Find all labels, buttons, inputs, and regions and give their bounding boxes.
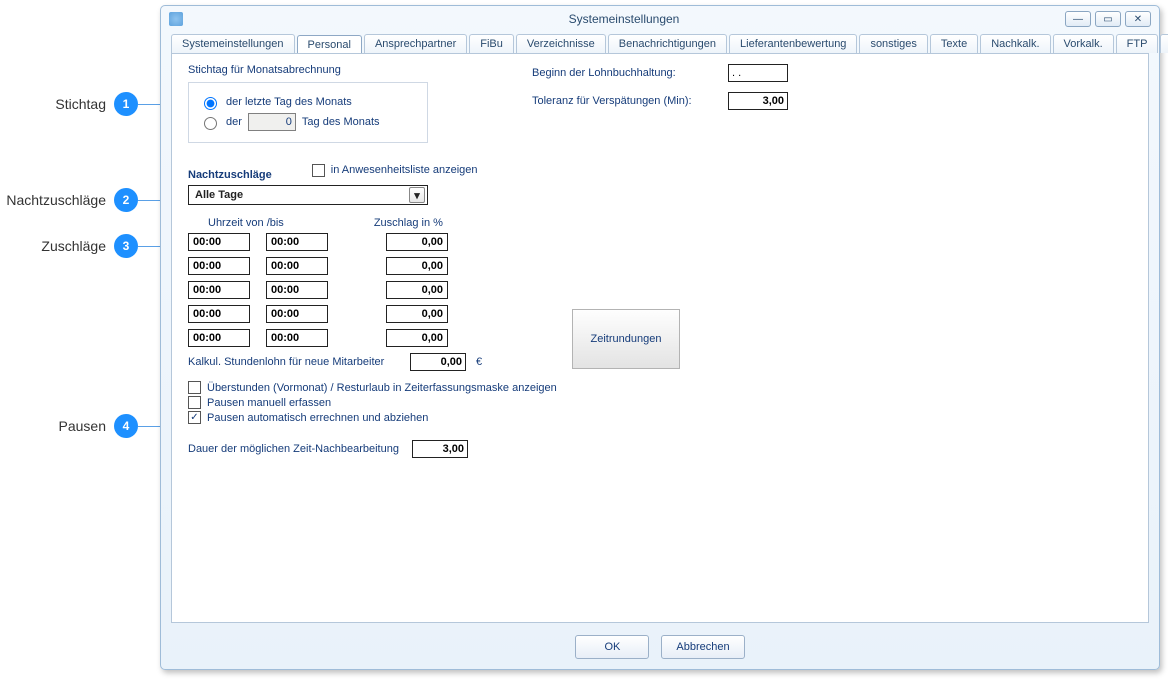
tab-strip: Systemeinstellungen Personal Ansprechpar… — [161, 32, 1159, 53]
annot-zuschlaege: Zuschläge — [41, 238, 106, 254]
kalk-input[interactable] — [410, 353, 466, 371]
window: Systemeinstellungen — ▭ ✕ Systemeinstell… — [160, 5, 1160, 670]
zu-r0-von[interactable] — [188, 233, 250, 251]
close-button[interactable]: ✕ — [1125, 11, 1151, 27]
annot-nachtzuschlaege: Nachtzuschläge — [6, 192, 106, 208]
ok-button[interactable]: OK — [575, 635, 649, 659]
zu-r1-pct[interactable] — [386, 257, 448, 275]
zu-r3-bis[interactable] — [266, 305, 328, 323]
chevron-down-icon: ▾ — [409, 187, 425, 203]
tab-panel-personal: Stichtag für Monatsabrechnung der letzte… — [171, 53, 1149, 623]
annot-stichtag: Stichtag — [55, 96, 106, 112]
tab-fibu[interactable]: FiBu — [469, 34, 514, 53]
tab-sonstiges[interactable]: sonstiges — [859, 34, 927, 53]
titlebar: Systemeinstellungen — ▭ ✕ — [161, 6, 1159, 32]
badge-2: 2 — [114, 188, 138, 212]
stichtag-opt2-pre: der — [226, 116, 242, 128]
stichtag-radio-last-day[interactable] — [204, 97, 217, 110]
minimize-button[interactable]: — — [1065, 11, 1091, 27]
nacht-chk-label: in Anwesenheitsliste anzeigen — [331, 164, 478, 176]
zu-r3-von[interactable] — [188, 305, 250, 323]
app-icon — [169, 12, 183, 26]
lohn-tol-label: Toleranz für Verspätungen (Min): — [532, 95, 722, 107]
chk-pausen-auto[interactable]: ✓ — [188, 411, 201, 424]
zeitrundungen-button[interactable]: Zeitrundungen — [572, 309, 680, 369]
nacht-select[interactable]: Alle Tage ▾ — [188, 185, 428, 205]
badge-4: 4 — [114, 414, 138, 438]
footer-bar: OK Abbrechen — [161, 629, 1159, 669]
zu-r1-bis[interactable] — [266, 257, 328, 275]
badge-1: 1 — [114, 92, 138, 116]
tab-benachrichtigungen[interactable]: Benachrichtigungen — [608, 34, 727, 53]
chk-pausen-manuell-label: Pausen manuell erfassen — [207, 397, 331, 409]
zu-r1-von[interactable] — [188, 257, 250, 275]
zeitrundungen-button-label: Zeitrundungen — [591, 333, 662, 345]
zu-r4-pct[interactable] — [386, 329, 448, 347]
dauer-label: Dauer der möglichen Zeit-Nachbearbeitung — [188, 443, 400, 455]
tab-oxid[interactable]: OXID — [1160, 34, 1168, 53]
nacht-select-value: Alle Tage — [195, 189, 243, 201]
zu-r4-von[interactable] — [188, 329, 250, 347]
lohn-begin-input[interactable] — [728, 64, 788, 82]
tab-systemeinstellungen[interactable]: Systemeinstellungen — [171, 34, 295, 53]
zu-h2: Zuschlag in % — [374, 217, 443, 229]
stichtag-opt2-suf: Tag des Monats — [302, 116, 380, 128]
tab-texte[interactable]: Texte — [930, 34, 978, 53]
zu-h1: Uhrzeit von /bis — [208, 217, 284, 229]
lohn-tol-input[interactable] — [728, 92, 788, 110]
chk-ueberstunden-label: Überstunden (Vormonat) / Resturlaub in Z… — [207, 382, 557, 394]
zu-r0-bis[interactable] — [266, 233, 328, 251]
badge-3: 3 — [114, 234, 138, 258]
zu-r2-bis[interactable] — [266, 281, 328, 299]
tab-verzeichnisse[interactable]: Verzeichnisse — [516, 34, 606, 53]
zu-r3-pct[interactable] — [386, 305, 448, 323]
maximize-button[interactable]: ▭ — [1095, 11, 1121, 27]
zu-r4-bis[interactable] — [266, 329, 328, 347]
chk-ueberstunden[interactable] — [188, 381, 201, 394]
kalk-label: Kalkul. Stundenlohn für neue Mitarbeiter — [188, 356, 400, 368]
tab-vorkalk[interactable]: Vorkalk. — [1053, 34, 1114, 53]
nacht-title: Nachtzuschläge — [188, 169, 272, 181]
stichtag-radio-specific-day[interactable] — [204, 117, 217, 130]
zu-r2-von[interactable] — [188, 281, 250, 299]
chk-pausen-manuell[interactable] — [188, 396, 201, 409]
stichtag-opt1-label: der letzte Tag des Monats — [226, 96, 352, 108]
tab-personal[interactable]: Personal — [297, 35, 362, 54]
tab-ftp[interactable]: FTP — [1116, 34, 1159, 53]
chk-pausen-auto-label: Pausen automatisch errechnen und abziehe… — [207, 412, 428, 424]
zu-r2-pct[interactable] — [386, 281, 448, 299]
zu-r0-pct[interactable] — [386, 233, 448, 251]
dauer-input[interactable] — [412, 440, 468, 458]
annot-pausen: Pausen — [59, 418, 106, 434]
tab-lieferantenbewertung[interactable]: Lieferantenbewertung — [729, 34, 857, 53]
lohn-begin-label: Beginn der Lohnbuchhaltung: — [532, 67, 722, 79]
cancel-button[interactable]: Abbrechen — [661, 635, 744, 659]
tab-nachkalk[interactable]: Nachkalk. — [980, 34, 1050, 53]
stichtag-day-input[interactable] — [248, 113, 296, 131]
window-title: Systemeinstellungen — [183, 12, 1065, 26]
nacht-anwesenheit-checkbox[interactable] — [312, 164, 325, 177]
euro-label: € — [476, 356, 482, 368]
tab-ansprechpartner[interactable]: Ansprechpartner — [364, 34, 467, 53]
